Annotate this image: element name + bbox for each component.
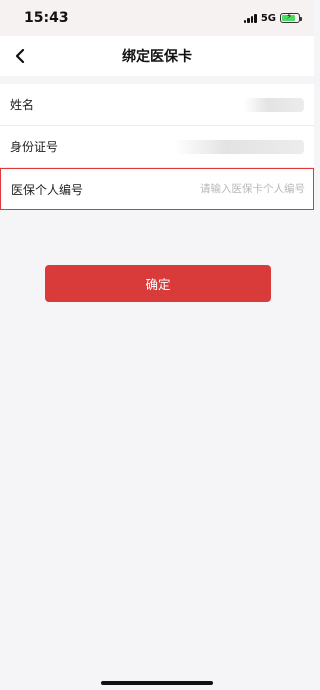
name-value-redacted	[244, 97, 304, 112]
charging-bolt-icon: ⚡	[286, 12, 293, 22]
chevron-left-icon	[15, 49, 25, 63]
bind-card-form: 姓名 身份证号 医保个人编号	[0, 84, 314, 210]
name-row: 姓名	[0, 84, 314, 126]
battery-icon: ⚡	[280, 12, 302, 23]
id-number-label: 身份证号	[10, 140, 59, 154]
insurance-number-row[interactable]: 医保个人编号	[0, 168, 314, 210]
signal-icon	[243, 13, 257, 23]
id-number-row: 身份证号	[0, 126, 314, 168]
name-label: 姓名	[10, 98, 35, 112]
page-title: 绑定医保卡	[122, 49, 192, 65]
insurance-number-label: 医保个人编号	[11, 182, 84, 197]
status-indicators: 5G ⚡	[243, 12, 302, 24]
confirm-button[interactable]: 确定	[45, 265, 271, 302]
status-time: 15:43	[24, 10, 69, 26]
network-type: 5G	[260, 12, 276, 24]
status-bar: 15:43 5G ⚡	[0, 0, 314, 36]
id-number-value-redacted	[174, 139, 304, 154]
insurance-number-input[interactable]	[175, 183, 305, 195]
home-indicator[interactable]	[101, 681, 213, 685]
nav-bar: 绑定医保卡	[0, 36, 314, 76]
back-button[interactable]	[6, 42, 34, 70]
